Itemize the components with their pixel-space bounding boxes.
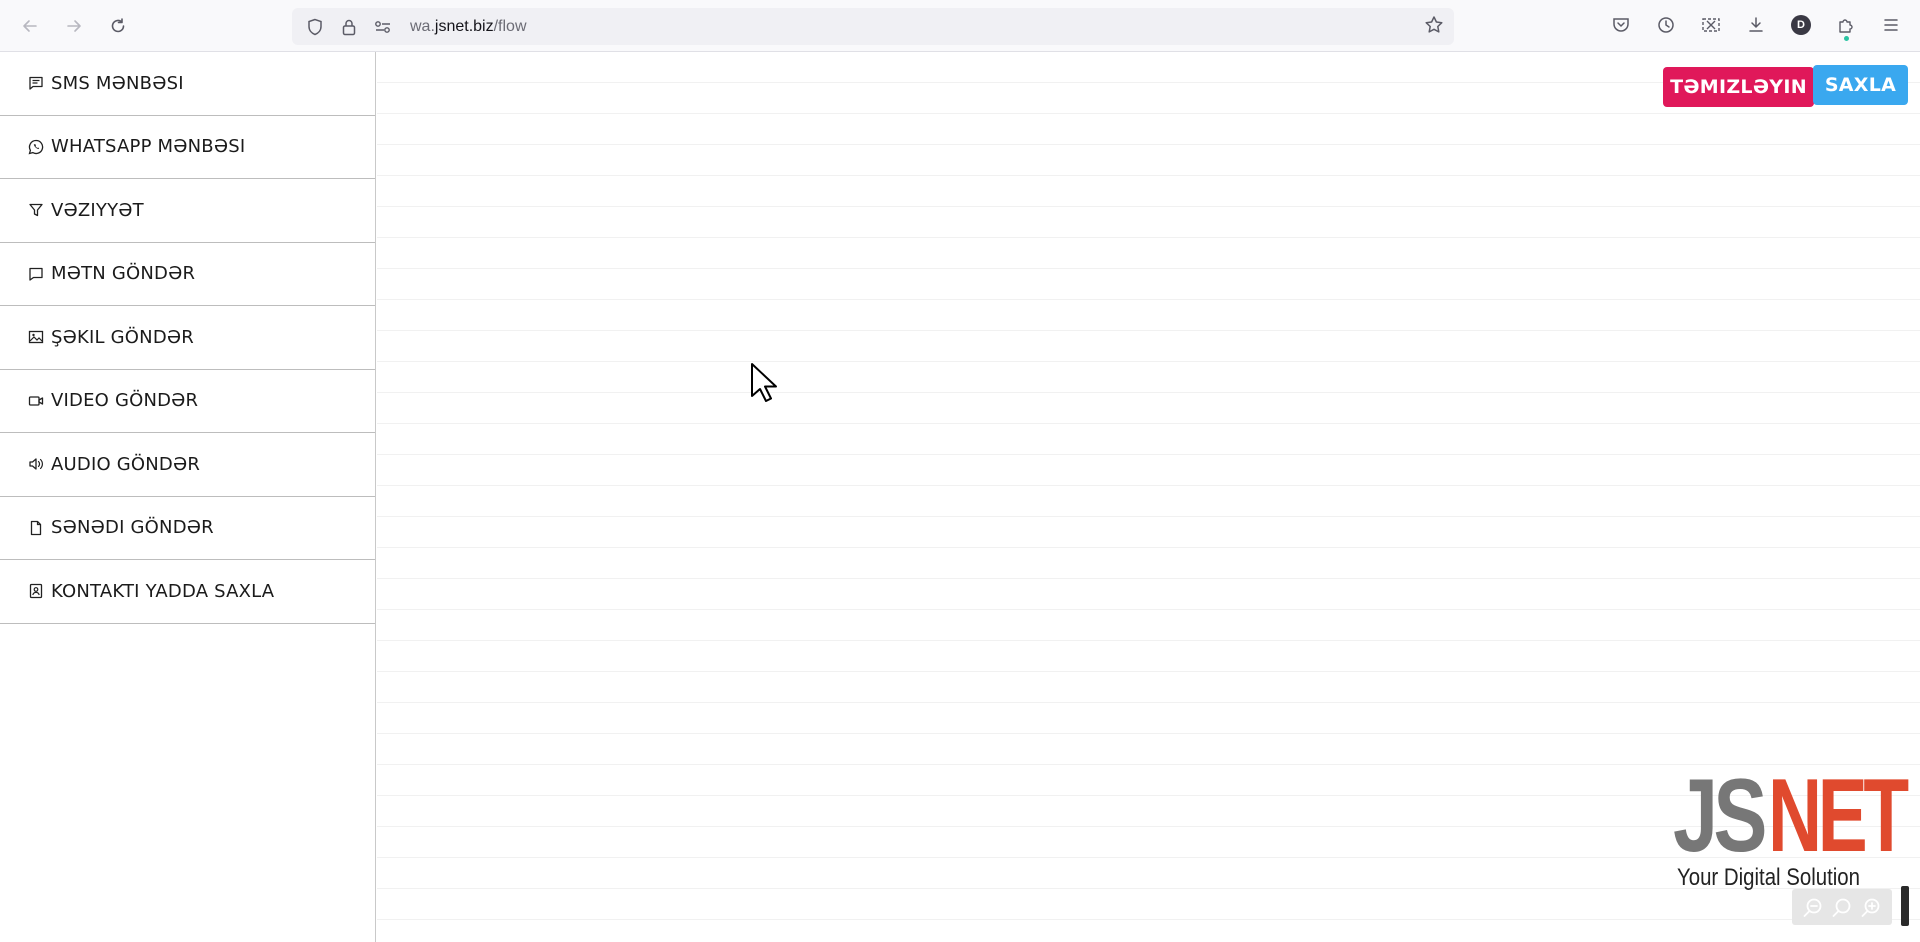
screenshot-icon xyxy=(1702,18,1720,32)
sidebar-item-label: MƏTN GÖNDƏR xyxy=(51,263,196,285)
url-bar[interactable]: wa.jsnet.biz/flow xyxy=(292,8,1454,45)
nav-buttons xyxy=(15,11,133,41)
filter-icon xyxy=(27,201,45,219)
forward-button[interactable] xyxy=(59,11,89,41)
pocket-icon xyxy=(1613,18,1629,32)
app-menu-button[interactable] xyxy=(1878,11,1904,39)
account-button[interactable]: D xyxy=(1788,11,1814,39)
logo-js-text: JS xyxy=(1673,758,1768,874)
chat-bubble-icon xyxy=(27,265,45,283)
sidebar-item-label: WHATSAPP MƏNBƏSI xyxy=(51,136,246,158)
zoom-out-button[interactable] xyxy=(1800,894,1826,920)
pocket-button[interactable] xyxy=(1608,11,1634,39)
clock-icon xyxy=(1658,17,1674,33)
sidebar-item-label: SMS MƏNBƏSI xyxy=(51,72,184,94)
sidebar-item-save-contact[interactable]: KONTAKTI YADDA SAXLA xyxy=(0,560,375,624)
reload-button[interactable] xyxy=(103,11,133,41)
sidebar-item-label: ŞƏKIL GÖNDƏR xyxy=(51,326,194,348)
sidebar-item-send-audio[interactable]: AUDIO GÖNDƏR xyxy=(0,433,375,497)
bookmark-star-icon[interactable] xyxy=(1424,15,1444,39)
reload-icon xyxy=(111,17,125,32)
clear-button[interactable]: TƏMIZLƏYIN xyxy=(1663,67,1814,107)
jsnet-logo: JS NET Your Digital Solution xyxy=(1673,758,1909,894)
zoom-in-button[interactable] xyxy=(1858,894,1884,920)
puzzle-piece-icon xyxy=(1839,19,1853,33)
sidebar-item-sms-source[interactable]: SMS MƏNBƏSI xyxy=(0,52,375,116)
whatsapp-icon xyxy=(27,138,45,156)
hamburger-menu-icon xyxy=(1884,19,1898,31)
arrow-left-icon xyxy=(23,19,37,32)
speaker-icon xyxy=(27,455,45,473)
mouse-cursor-icon xyxy=(750,362,780,408)
sidebar-item-whatsapp-source[interactable]: WHATSAPP MƏNBƏSI xyxy=(0,116,375,179)
extensions-button[interactable] xyxy=(1833,11,1859,41)
logo-net-text: NET xyxy=(1768,758,1909,874)
arrow-right-icon xyxy=(67,19,81,32)
site-permissions-icon[interactable] xyxy=(372,16,394,38)
sidebar-item-label: VƏZIYYƏT xyxy=(51,199,144,221)
document-icon xyxy=(27,519,45,537)
zoom-controls xyxy=(1792,889,1892,925)
browser-toolbar: wa.jsnet.biz/flow D xyxy=(0,0,1920,52)
browser-tools: D xyxy=(1608,11,1904,41)
screenshot-button[interactable] xyxy=(1698,11,1724,39)
url-text[interactable]: wa.jsnet.biz/flow xyxy=(410,18,527,36)
zoom-reset-button[interactable] xyxy=(1829,894,1855,920)
shield-icon[interactable] xyxy=(304,16,326,38)
magnifier-icon xyxy=(1832,898,1851,917)
back-button[interactable] xyxy=(15,11,45,41)
sidebar-item-send-image[interactable]: ŞƏKIL GÖNDƏR xyxy=(0,306,375,370)
image-icon xyxy=(27,328,45,346)
lock-icon[interactable] xyxy=(338,16,360,38)
zoom-out-icon xyxy=(1803,898,1822,917)
downloads-button[interactable] xyxy=(1743,11,1769,39)
history-button[interactable] xyxy=(1653,11,1679,39)
sidebar-item-send-document[interactable]: SƏNƏDI GÖNDƏR xyxy=(0,497,375,560)
sidebar-item-label: VIDEO GÖNDƏR xyxy=(51,390,199,412)
video-camera-icon xyxy=(27,392,45,410)
message-square-icon xyxy=(27,74,45,92)
zoom-panel-handle[interactable] xyxy=(1901,886,1909,926)
logo-tagline: Your Digital Solution xyxy=(1677,864,1860,891)
zoom-in-icon xyxy=(1861,898,1880,917)
sidebar-item-label: KONTAKTI YADDA SAXLA xyxy=(51,580,275,602)
node-palette-sidebar: SMS MƏNBƏSI WHATSAPP MƏNBƏSI VƏZIYYƏT MƏ… xyxy=(0,52,376,942)
contact-card-icon xyxy=(27,582,45,600)
sidebar-item-condition[interactable]: VƏZIYYƏT xyxy=(0,179,375,243)
sidebar-item-label: SƏNƏDI GÖNDƏR xyxy=(51,517,214,539)
download-icon xyxy=(1749,17,1763,32)
avatar: D xyxy=(1791,15,1811,35)
sidebar-item-send-video[interactable]: VIDEO GÖNDƏR xyxy=(0,370,375,433)
sidebar-item-label: AUDIO GÖNDƏR xyxy=(51,453,201,475)
sidebar-item-send-text[interactable]: MƏTN GÖNDƏR xyxy=(0,243,375,306)
save-button[interactable]: SAXLA xyxy=(1813,65,1908,105)
extension-status-dot xyxy=(1844,36,1849,41)
